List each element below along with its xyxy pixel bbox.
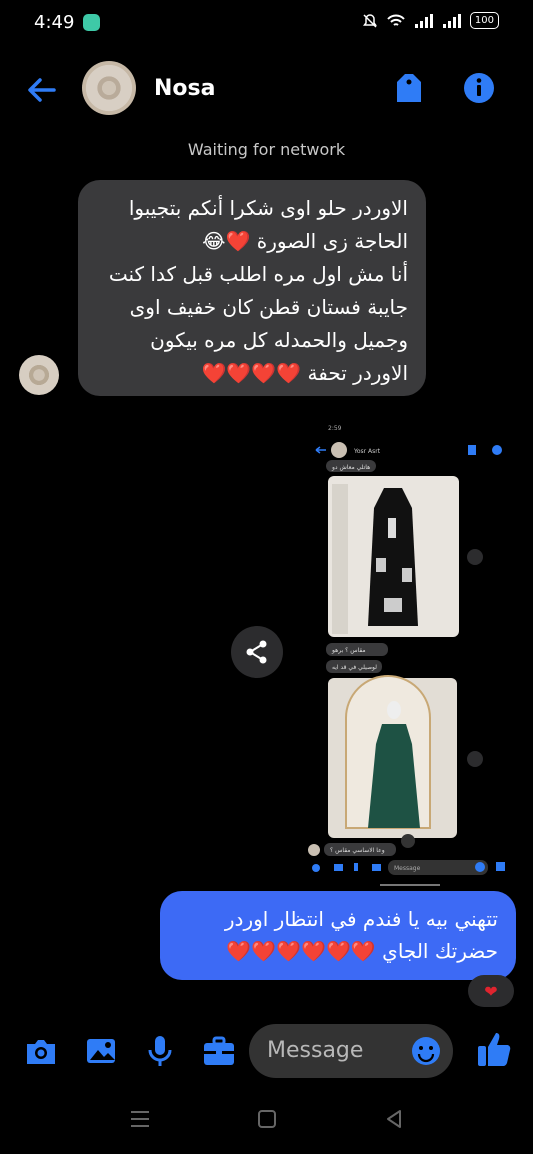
messenger-notification-icon [83,14,100,31]
back-nav-icon[interactable] [383,1108,405,1130]
info-icon[interactable] [463,72,495,104]
signal-icon-1 [414,13,433,28]
shot-input: Message [394,865,421,872]
mute-icon [362,13,377,28]
camera-icon[interactable] [24,1034,58,1068]
briefcase-icon[interactable] [202,1034,236,1068]
sent-message-bubble[interactable]: تتهني بيه يا فندم في انتظار اوردر حضرتك … [160,891,516,980]
contact-name[interactable]: Nosa [154,76,215,101]
microphone-icon[interactable] [143,1034,177,1068]
shot-caption-2: لوصيلي في قد ايه [332,664,377,671]
back-arrow-icon[interactable] [24,72,60,108]
recent-apps-icon[interactable] [129,1108,151,1130]
shot-header-name: Yosr Asrt [353,448,381,455]
status-icons: 100 [362,12,499,29]
heart-reaction[interactable]: ❤ [468,975,514,1007]
message-line: جايبة فستان قطن كان خفيف اوى [129,295,408,319]
message-line: الاوردر حلو اوى شكرا أنكم بتجيبوا [128,196,408,220]
shot-caption-top: هاتلي معاش دو [331,464,370,471]
sender-avatar[interactable] [19,355,59,395]
share-icon [246,640,267,664]
message-line: الحاجة زى الصورة ❤️😂 [202,229,408,253]
tag-icon[interactable] [393,72,425,106]
message-line: تتهني بيه يا فندم في انتظار اوردر [224,907,498,931]
emoji-icon[interactable] [411,1036,441,1066]
contact-avatar[interactable] [82,61,136,115]
message-line: أنا مش اول مره اطلب قبل كدا كنت [108,262,408,286]
thumbs-up-icon[interactable] [476,1030,512,1068]
shared-screenshot-image[interactable]: 2:59 Yosr Asrt هاتلي معاش دو مقاس ؟ برهو… [306,418,514,888]
gallery-icon[interactable] [84,1034,118,1068]
home-icon[interactable] [256,1108,278,1130]
share-button[interactable] [231,626,283,678]
message-line: وجميل والحمدله كل مره بيكون [150,328,408,352]
message-line: حضرتك الجاي ❤️❤️❤️❤️❤️❤️ [226,939,498,963]
received-message-bubble[interactable]: الاوردر حلو اوى شكرا أنكم بتجيبوا الحاجة… [78,180,426,396]
signal-icon-2 [442,13,461,28]
shot-caption-3: وعا الاساسي مقاس ؟ [330,847,385,854]
network-status: Waiting for network [187,140,346,159]
wifi-icon [387,14,405,26]
message-line: الاوردر تحفة ❤️❤️❤️❤️ [201,361,408,385]
battery-indicator: 100 [469,12,499,29]
shot-caption-1: مقاس ؟ برهو [331,647,366,654]
status-time: 4:49 [34,12,75,33]
message-input-placeholder[interactable]: Message [267,1038,363,1063]
screenshot-content: 2:59 Yosr Asrt هاتلي معاش دو مقاس ؟ برهو… [308,425,505,886]
shot-time: 2:59 [328,425,342,432]
